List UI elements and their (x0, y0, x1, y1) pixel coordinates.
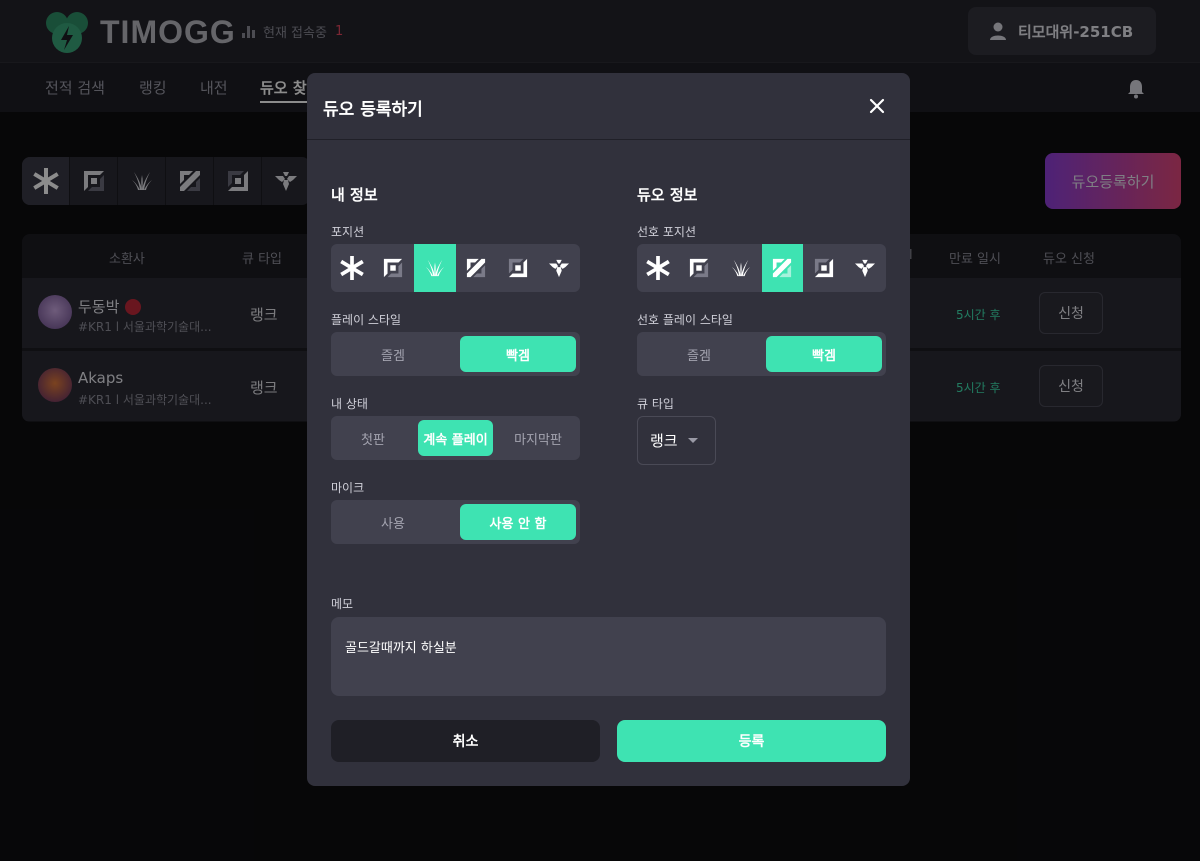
status-first[interactable]: 첫판 (335, 420, 411, 456)
position-label: 포지션 (331, 225, 365, 239)
submit-button[interactable]: 등록 (617, 720, 886, 762)
close-icon[interactable] (868, 97, 886, 115)
playstyle-label: 플레이 스타일 (331, 313, 402, 327)
mic-label: 마이크 (331, 481, 365, 495)
cancel-button[interactable]: 취소 (331, 720, 600, 762)
mid-icon (467, 258, 486, 278)
duo-register-modal: 듀오 등록하기 내 정보 포지션 플레이 스타일 즐겜 빡겜 내 상태 첫판 계… (307, 73, 910, 786)
jungle-icon (425, 259, 444, 277)
bottom-icon (508, 258, 527, 278)
status-label: 내 상태 (331, 397, 368, 411)
duo-playstyle-tryhard[interactable]: 빡겜 (766, 336, 882, 372)
status-last[interactable]: 마지막판 (500, 420, 576, 456)
my-position-jungle[interactable] (414, 244, 456, 292)
support-icon (549, 259, 570, 278)
queue-type-label: 큐 타입 (637, 397, 674, 411)
my-position-support[interactable] (539, 244, 581, 292)
my-position-selector (331, 244, 580, 292)
duo-position-bottom[interactable] (803, 244, 845, 292)
playstyle-casual[interactable]: 즐겜 (335, 336, 451, 372)
my-position-bottom[interactable] (497, 244, 539, 292)
mic-toggle: 사용 사용 안 함 (331, 500, 580, 544)
queue-type-select[interactable]: 랭크 (637, 416, 716, 465)
duo-position-top[interactable] (679, 244, 721, 292)
duo-position-jungle[interactable] (720, 244, 762, 292)
my-status-toggle: 첫판 계속 플레이 마지막판 (331, 416, 580, 460)
duo-info-title: 듀오 정보 (637, 186, 698, 204)
all-position-icon (339, 256, 364, 280)
duo-position-selector (637, 244, 886, 292)
my-position-mid[interactable] (456, 244, 498, 292)
top-icon (690, 258, 709, 278)
preferred-position-label: 선호 포지션 (637, 225, 697, 239)
chevron-down-icon (687, 438, 698, 443)
playstyle-tryhard[interactable]: 빡겜 (460, 336, 576, 372)
mic-off[interactable]: 사용 안 함 (460, 504, 576, 540)
all-position-icon (645, 256, 670, 280)
memo-label: 메모 (331, 597, 354, 611)
duo-position-mid[interactable] (761, 244, 803, 292)
my-playstyle-toggle: 즐겜 빡겜 (331, 332, 580, 376)
duo-position-all[interactable] (637, 244, 679, 292)
queue-type-value: 랭크 (650, 432, 678, 450)
my-info-title: 내 정보 (331, 186, 378, 204)
top-icon (384, 258, 403, 278)
status-continue[interactable]: 계속 플레이 (418, 420, 493, 456)
memo-textarea[interactable]: 골드갈때까지 하실분 (331, 617, 886, 696)
duo-playstyle-casual[interactable]: 즐겜 (641, 336, 757, 372)
support-icon (855, 259, 876, 278)
modal-title: 듀오 등록하기 (323, 100, 423, 120)
jungle-icon (731, 259, 750, 277)
bottom-icon (814, 258, 833, 278)
preferred-playstyle-label: 선호 플레이 스타일 (637, 313, 733, 327)
modal-header: 듀오 등록하기 (307, 73, 910, 140)
mic-on[interactable]: 사용 (335, 504, 451, 540)
duo-playstyle-toggle: 즐겜 빡겜 (637, 332, 886, 376)
mid-icon (773, 258, 792, 278)
duo-position-support[interactable] (845, 244, 887, 292)
my-position-top[interactable] (373, 244, 415, 292)
my-position-all[interactable] (331, 244, 373, 292)
